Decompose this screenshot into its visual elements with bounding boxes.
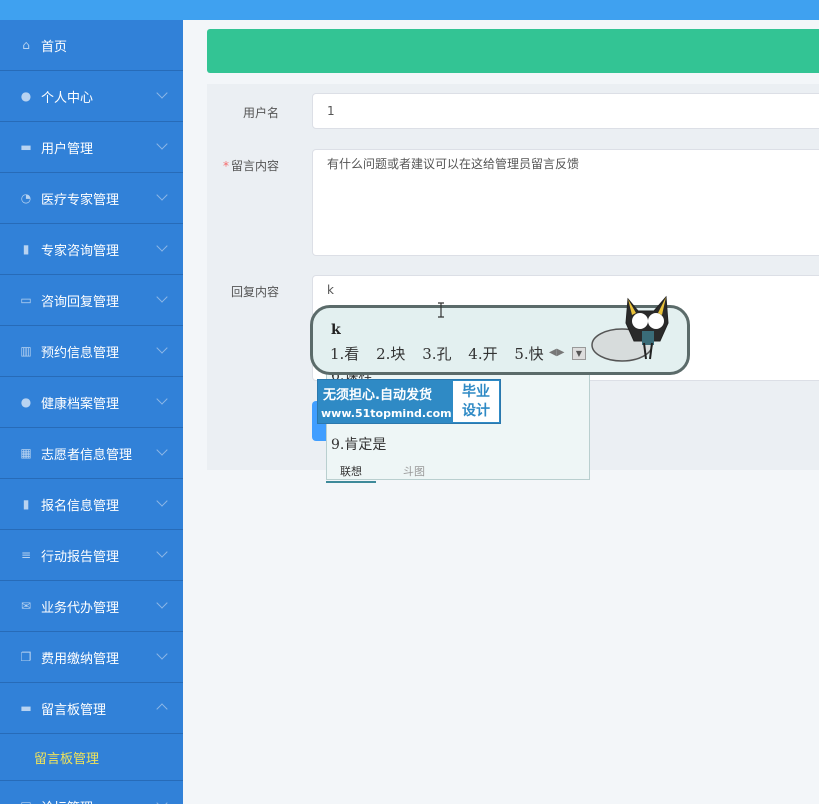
message-value: 有什么问题或者建议可以在这给管理员留言反馈 (327, 157, 580, 171)
chat-icon: ▭ (20, 293, 32, 307)
chevron-down-icon (156, 444, 168, 456)
monitor-icon: ▬ (20, 701, 32, 715)
sidebar-item-label: 志愿者信息管理 (41, 447, 133, 463)
sidebar-item-label: 报名信息管理 (41, 498, 120, 514)
user-icon: ● (20, 395, 32, 409)
sidebar-item[interactable]: ● 健康档案管理 (0, 377, 183, 428)
book-icon: ▥ (20, 344, 32, 358)
ime-candidates: 1.看 2.块 3.孔 4.开 5.快 (330, 343, 556, 364)
ime-tab-lianxiang[interactable]: 联想 (326, 463, 376, 483)
sidebar-submenu-item[interactable]: 留言板管理 (0, 734, 183, 781)
ime-tab-doutu[interactable]: 斗图 (403, 463, 425, 479)
sidebar-item-label: 医疗专家管理 (41, 192, 120, 208)
message-label-text: 留言内容 (230, 159, 279, 173)
sidebar-item-label: 论坛管理 (41, 797, 93, 804)
ime-more-candidate[interactable]: 9.肯定是 (331, 434, 386, 454)
message-label: * 留言内容 (207, 157, 279, 174)
chevron-down-icon (156, 342, 168, 354)
list-icon: ≡ (20, 548, 32, 562)
sidebar-item-label: 行动报告管理 (41, 549, 120, 565)
monitor-icon: ▬ (20, 140, 32, 154)
chevron-down-icon (156, 138, 168, 150)
sidebar-item[interactable]: ≡ 行动报告管理 (0, 530, 183, 581)
clipboard-icon: ▮ (22, 497, 30, 511)
ad-main-text: 无须担心.自动发货 (323, 388, 432, 403)
chevron-down-icon (156, 648, 168, 660)
sidebar-item-label: 用户管理 (41, 141, 94, 157)
sidebar-item-label: 留言板管理 (41, 702, 107, 718)
gauge-icon: ◔ (20, 191, 32, 205)
ime-candidate[interactable]: 5.快 (514, 345, 543, 363)
sidebar-item[interactable]: ▦ 志愿者信息管理 (0, 428, 183, 479)
username-label: 用户名 (242, 106, 279, 120)
sidebar-item[interactable]: ● 个人中心 (0, 71, 183, 122)
sidebar-item[interactable]: ▬ 留言板管理 (0, 683, 183, 734)
message-textarea[interactable]: 有什么问题或者建议可以在这给管理员留言反馈 (312, 149, 819, 256)
sidebar-item-label: 费用缴纳管理 (41, 651, 120, 667)
chevron-down-icon (156, 291, 168, 303)
chevron-down-icon (156, 189, 168, 201)
mail-icon: ✉ (20, 599, 32, 613)
sidebar-item-label: 专家咨询管理 (41, 243, 120, 259)
clipboard-icon: ▮ (22, 242, 30, 256)
text-cursor-icon (438, 302, 444, 318)
ime-candidate[interactable]: 3.孔 (422, 345, 451, 363)
ad-url-text: www.51topmind.com (321, 407, 452, 420)
sidebar-item-label: 个人中心 (41, 90, 94, 106)
user-icon: ● (20, 89, 32, 103)
sidebar-item[interactable]: ❐ 费用缴纳管理 (0, 632, 183, 683)
ime-candidate[interactable]: 1.看 (330, 345, 359, 363)
ime-candidate[interactable]: 2.块 (376, 345, 405, 363)
sidebar-item-label: 预约信息管理 (41, 345, 120, 361)
sidebar-item-label: 首页 (41, 39, 68, 55)
chevron-down-icon (156, 797, 168, 804)
reply-label: 回复内容 (230, 285, 279, 299)
sidebar-item[interactable]: ◔ 医疗专家管理 (0, 173, 183, 224)
ad-side-badge: 毕业 设计 (453, 381, 499, 422)
home-icon: ⌂ (22, 38, 30, 52)
ime-candidate[interactable]: 4.开 (468, 345, 497, 363)
ime-composition: k (331, 322, 341, 338)
chevron-down-icon (156, 495, 168, 507)
ime-tabs: 联想 斗图 (326, 460, 590, 483)
top-bar (0, 0, 819, 20)
required-mark: * (222, 159, 229, 173)
sidebar-item[interactable]: ▮ 专家咨询管理 (0, 224, 183, 275)
ad-side-line: 毕业 (462, 384, 490, 400)
ad-side-line: 设计 (462, 403, 490, 419)
sidebar-submenu-label: 留言板管理 (34, 751, 100, 767)
forum-icon: ▤ (19, 799, 33, 804)
copy-icon: ❐ (20, 650, 32, 664)
sidebar-item[interactable]: ▤ 论坛管理 (0, 781, 183, 804)
sidebar-item-label: 业务代办管理 (41, 600, 120, 616)
sidebar-item[interactable]: ⌂ 首页 (0, 20, 183, 71)
reply-value: k (327, 283, 334, 297)
sidebar-item[interactable]: ▬ 用户管理 (0, 122, 183, 173)
username-value: 1 (327, 104, 335, 118)
grid-icon: ▦ (20, 446, 32, 460)
page-banner (207, 29, 819, 73)
ime-page-arrows-icon[interactable]: ◀▶ (549, 347, 564, 358)
chevron-up-icon (156, 703, 168, 715)
sidebar-item-label: 咨询回复管理 (41, 294, 120, 310)
sidebar-item[interactable]: ▥ 预约信息管理 (0, 326, 183, 377)
username-input[interactable]: 1 (312, 93, 819, 129)
sidebar-item-label: 健康档案管理 (41, 396, 120, 412)
sidebar-item[interactable]: ▮ 报名信息管理 (0, 479, 183, 530)
sidebar-item[interactable]: ✉ 业务代办管理 (0, 581, 183, 632)
chevron-down-icon (156, 546, 168, 558)
sidebar: ⌂ 首页 ● 个人中心 ▬ 用户管理 ◔ 医疗专家管理 ▮ 专家咨询管理 ▭ 咨询回复管理 ▥ 预约信息管… (0, 20, 183, 804)
chevron-down-icon (156, 87, 168, 99)
chevron-down-icon (156, 393, 168, 405)
ime-expand-icon[interactable]: ▼ (572, 347, 586, 360)
ime-mascot-icon (591, 295, 669, 362)
sidebar-item[interactable]: ▭ 咨询回复管理 (0, 275, 183, 326)
chevron-down-icon (156, 597, 168, 609)
chevron-down-icon (156, 240, 168, 252)
